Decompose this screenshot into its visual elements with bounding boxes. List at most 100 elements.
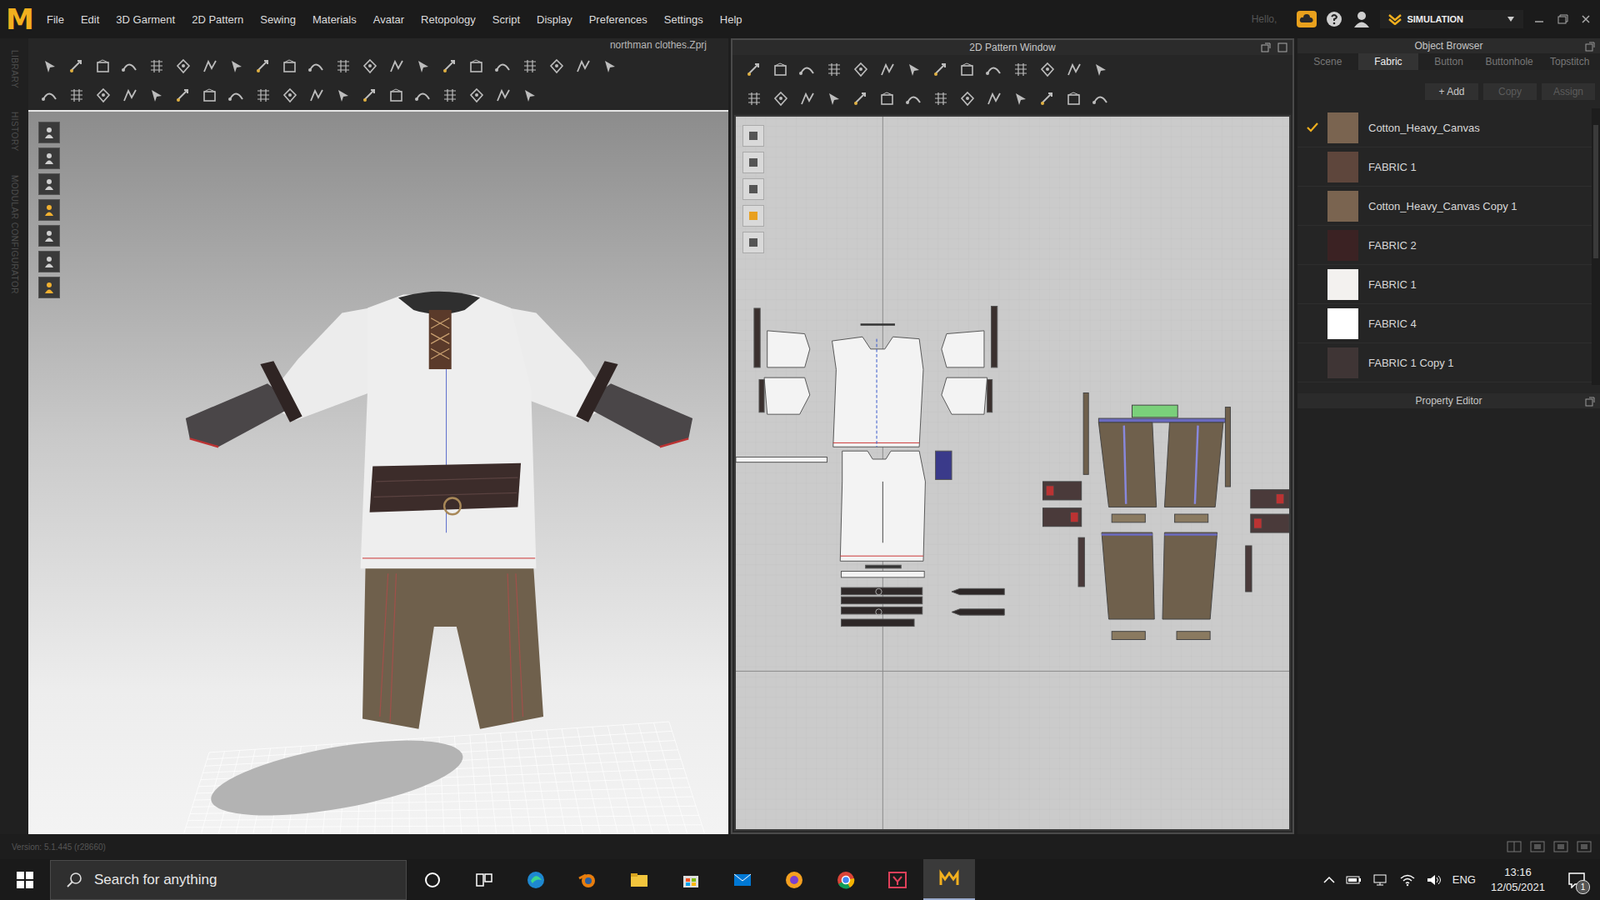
viewport-tool[interactable] [38, 225, 60, 247]
tool-button[interactable] [385, 55, 409, 79]
speaker-icon[interactable] [1425, 873, 1443, 887]
tool-icon[interactable] [905, 90, 924, 109]
tool-icon[interactable] [360, 57, 380, 76]
taskbar-app[interactable] [613, 859, 665, 900]
tool-button[interactable] [1009, 87, 1033, 111]
tool-button[interactable] [491, 84, 515, 108]
tool-icon[interactable] [931, 60, 950, 80]
tool-button[interactable] [251, 55, 275, 79]
tool-icon[interactable] [280, 86, 300, 105]
tool-icon[interactable] [905, 60, 924, 80]
tool-icon[interactable] [467, 86, 486, 105]
fabric-row[interactable]: Cotton_Heavy_Canvas Copy 1 [1297, 186, 1592, 226]
tab[interactable]: Buttonhole [1479, 53, 1540, 70]
tab[interactable]: Fabric [1358, 53, 1420, 70]
tool-button[interactable] [849, 87, 873, 111]
tool-icon[interactable] [254, 57, 273, 76]
tool-button[interactable] [65, 84, 89, 108]
taskbar-app[interactable] [768, 859, 820, 900]
tool-icon[interactable] [798, 60, 817, 80]
tool-icon[interactable] [40, 57, 60, 76]
tool-button[interactable] [982, 87, 1006, 111]
tool-button[interactable] [875, 58, 900, 82]
taskbar-app[interactable] [510, 859, 562, 900]
tool-icon[interactable] [1091, 90, 1110, 109]
tool-button[interactable] [955, 58, 980, 82]
tool-button[interactable] [822, 87, 846, 111]
tool-icon[interactable] [200, 86, 220, 105]
tool-icon[interactable] [414, 57, 433, 76]
tool-icon[interactable] [120, 86, 140, 105]
pattern-tool[interactable] [742, 231, 765, 254]
menu-item[interactable]: Script [484, 10, 529, 30]
tool-icon[interactable] [227, 86, 246, 105]
tool-button[interactable] [769, 87, 793, 111]
restore-icon[interactable] [1555, 11, 1570, 27]
tool-button[interactable] [1089, 87, 1113, 111]
taskbar-app[interactable] [665, 859, 717, 900]
tool-icon[interactable] [200, 57, 220, 76]
tool-icon[interactable] [798, 90, 817, 109]
tool-icon[interactable] [771, 60, 790, 80]
tool-button[interactable] [1062, 58, 1086, 82]
layout-icon[interactable] [1553, 840, 1569, 853]
tool-button[interactable] [278, 84, 302, 108]
tool-icon[interactable] [147, 86, 166, 105]
help-icon[interactable] [1325, 10, 1344, 29]
popout-icon[interactable] [1260, 42, 1271, 53]
tool-button[interactable] [465, 84, 489, 108]
side-tab[interactable]: HISTORY [10, 111, 20, 152]
tool-button[interactable] [198, 84, 222, 108]
tool-icon[interactable] [307, 86, 326, 105]
tool-button[interactable] [571, 55, 595, 79]
tool-icon[interactable] [878, 60, 897, 80]
tool-button[interactable] [1009, 58, 1033, 82]
tool-button[interactable] [1035, 58, 1060, 82]
tool-button[interactable] [438, 84, 462, 108]
pattern-tool[interactable] [742, 151, 765, 174]
tab[interactable]: Topstitch [1539, 53, 1600, 70]
tool-button[interactable] [902, 87, 926, 111]
tool-button[interactable] [491, 55, 515, 79]
3d-viewport[interactable] [28, 110, 729, 835]
tool-icon[interactable] [440, 86, 460, 105]
tool-button[interactable] [929, 58, 953, 82]
menu-item[interactable]: Materials [304, 10, 365, 30]
viewport-tool[interactable] [38, 199, 60, 221]
tool-icon[interactable] [985, 60, 1004, 80]
battery-icon[interactable] [1345, 873, 1363, 887]
tool-button[interactable] [902, 58, 926, 82]
layout-icon[interactable] [1506, 840, 1522, 853]
tool-icon[interactable] [574, 57, 593, 76]
clock[interactable]: 13:1612/05/2021 [1485, 865, 1550, 895]
tool-button[interactable] [742, 87, 766, 111]
tool-icon[interactable] [851, 90, 870, 109]
tool-button[interactable] [955, 87, 980, 111]
tool-button[interactable] [795, 58, 820, 82]
tool-icon[interactable] [931, 90, 950, 109]
menu-item[interactable]: Retopology [412, 10, 485, 30]
maximize-icon[interactable] [1277, 42, 1288, 53]
tool-icon[interactable] [227, 57, 246, 76]
wifi-icon[interactable] [1399, 873, 1416, 887]
tool-icon[interactable] [1038, 60, 1057, 80]
tool-icon[interactable] [745, 90, 764, 109]
side-tab[interactable]: LIBRARY [10, 50, 20, 89]
taskbar-app[interactable] [458, 859, 510, 900]
taskbar-app[interactable] [923, 859, 975, 900]
tool-button[interactable] [331, 55, 355, 79]
pattern-tool[interactable] [742, 125, 765, 147]
taskbar-app[interactable] [561, 859, 614, 900]
tool-button[interactable] [598, 55, 622, 79]
tool-icon[interactable] [174, 86, 193, 105]
tool-button[interactable] [822, 58, 846, 82]
viewport-tool[interactable] [38, 121, 60, 144]
menu-item[interactable]: Display [528, 10, 581, 30]
taskbar-app[interactable] [820, 859, 872, 900]
tool-button[interactable] [411, 55, 435, 79]
tool-icon[interactable] [825, 60, 844, 80]
cloud-icon[interactable] [1296, 10, 1317, 28]
tool-icon[interactable] [494, 57, 513, 76]
tool-button[interactable] [38, 84, 62, 108]
tool-button[interactable] [65, 55, 89, 79]
